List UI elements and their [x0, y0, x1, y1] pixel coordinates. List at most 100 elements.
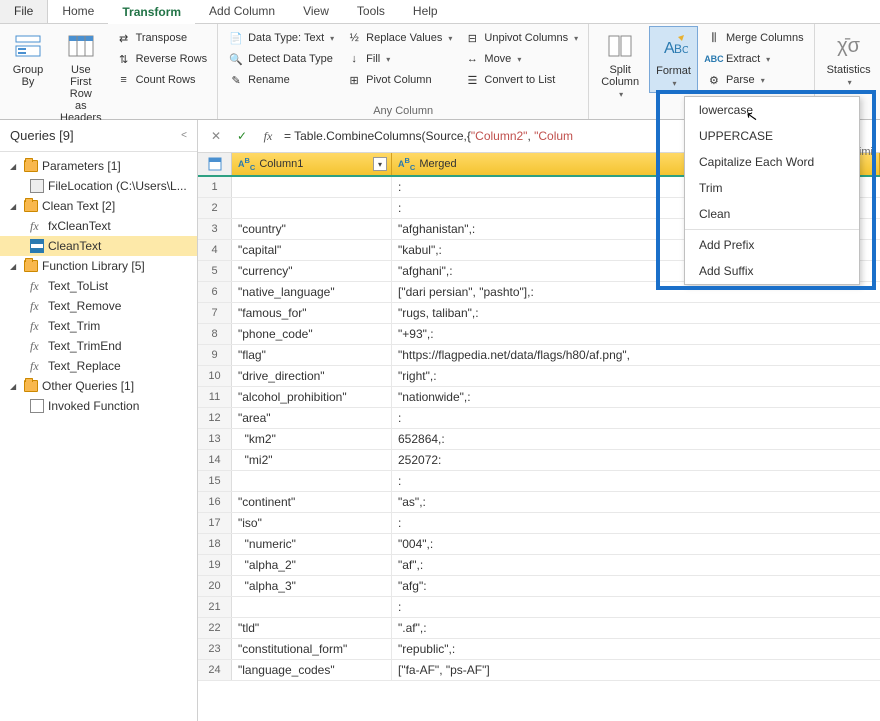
row-number[interactable]: 2: [198, 198, 232, 218]
rename-button[interactable]: ✎Rename: [224, 70, 338, 90]
menu-help[interactable]: Help: [399, 0, 452, 23]
cell[interactable]: :: [392, 408, 880, 428]
table-row[interactable]: 7"famous_for""rugs, taliban",:: [198, 303, 880, 324]
row-number[interactable]: 8: [198, 324, 232, 344]
table-row[interactable]: 18 "numeric""004",:: [198, 534, 880, 555]
cell[interactable]: :: [392, 471, 880, 491]
extract-button[interactable]: ABCExtract: [702, 49, 808, 69]
menu-home[interactable]: Home: [48, 0, 108, 23]
row-number[interactable]: 16: [198, 492, 232, 512]
row-number[interactable]: 18: [198, 534, 232, 554]
table-row[interactable]: 9"flag""https://flagpedia.net/data/flags…: [198, 345, 880, 366]
cell[interactable]: "numeric": [232, 534, 392, 554]
cell[interactable]: 652864,:: [392, 429, 880, 449]
format-trim[interactable]: Trim: [685, 175, 859, 201]
pivot-column-button[interactable]: ⊞Pivot Column: [342, 70, 456, 90]
query-item[interactable]: fxText_ToList: [0, 276, 197, 296]
group-by-button[interactable]: Group By: [6, 26, 50, 92]
menu-view[interactable]: View: [289, 0, 343, 23]
cancel-formula-button[interactable]: ✕: [206, 126, 226, 146]
query-item[interactable]: fxText_Remove: [0, 296, 197, 316]
table-row[interactable]: 22"tld"".af",:: [198, 618, 880, 639]
row-number[interactable]: 7: [198, 303, 232, 323]
cell[interactable]: "currency": [232, 261, 392, 281]
row-number[interactable]: 15: [198, 471, 232, 491]
table-row[interactable]: 24"language_codes"["fa-AF", "ps-AF"]: [198, 660, 880, 681]
detect-data-type-button[interactable]: 🔍Detect Data Type: [224, 49, 338, 69]
cell[interactable]: "km2": [232, 429, 392, 449]
row-number[interactable]: 14: [198, 450, 232, 470]
query-group[interactable]: ◢Other Queries [1]: [0, 376, 197, 396]
apply-formula-button[interactable]: ✓: [232, 126, 252, 146]
cell[interactable]: "native_language": [232, 282, 392, 302]
cell[interactable]: "alcohol_prohibition": [232, 387, 392, 407]
cell[interactable]: "iso": [232, 513, 392, 533]
format-button[interactable]: ABC Format: [649, 26, 698, 93]
cell[interactable]: 252072:: [392, 450, 880, 470]
query-item[interactable]: fxText_Trim: [0, 316, 197, 336]
table-row[interactable]: 8"phone_code""+93",:: [198, 324, 880, 345]
row-number[interactable]: 13: [198, 429, 232, 449]
cell[interactable]: "rugs, taliban",:: [392, 303, 880, 323]
row-number[interactable]: 19: [198, 555, 232, 575]
query-item[interactable]: FileLocation (C:\Users\L...: [0, 176, 197, 196]
menu-file[interactable]: File: [0, 0, 48, 23]
format-capitalize[interactable]: Capitalize Each Word: [685, 149, 859, 175]
cell[interactable]: [232, 597, 392, 617]
table-row[interactable]: 20 "alpha_3""afg":: [198, 576, 880, 597]
cell[interactable]: "tld": [232, 618, 392, 638]
column-header-1[interactable]: ABC Column1 ▾: [232, 153, 392, 175]
row-number[interactable]: 3: [198, 219, 232, 239]
cell[interactable]: "alpha_2": [232, 555, 392, 575]
query-group[interactable]: ◢Function Library [5]: [0, 256, 197, 276]
table-row[interactable]: 17"iso":: [198, 513, 880, 534]
table-row[interactable]: 23"constitutional_form""republic",:: [198, 639, 880, 660]
split-column-button[interactable]: Split Column: [595, 26, 645, 103]
table-row[interactable]: 6"native_language"["dari persian", "pash…: [198, 282, 880, 303]
table-row[interactable]: 12"area":: [198, 408, 880, 429]
cell[interactable]: ".af",:: [392, 618, 880, 638]
cell[interactable]: "af",:: [392, 555, 880, 575]
convert-to-list-button[interactable]: ☰Convert to List: [460, 70, 582, 90]
cell[interactable]: "republic",:: [392, 639, 880, 659]
cell[interactable]: "+93",:: [392, 324, 880, 344]
cell[interactable]: "afg":: [392, 576, 880, 596]
reverse-rows-button[interactable]: ⇅Reverse Rows: [112, 49, 212, 69]
fill-button[interactable]: ↓Fill: [342, 49, 456, 69]
cell[interactable]: "constitutional_form": [232, 639, 392, 659]
count-rows-button[interactable]: ≡Count Rows: [112, 70, 212, 90]
cell[interactable]: "alpha_3": [232, 576, 392, 596]
cell[interactable]: [232, 177, 392, 197]
table-row[interactable]: 10"drive_direction""right",:: [198, 366, 880, 387]
table-row[interactable]: 14 "mi2"252072:: [198, 450, 880, 471]
format-clean[interactable]: Clean: [685, 201, 859, 227]
table-row[interactable]: 19 "alpha_2""af",:: [198, 555, 880, 576]
cell[interactable]: :: [392, 597, 880, 617]
cell[interactable]: "004",:: [392, 534, 880, 554]
query-group[interactable]: ◢Clean Text [2]: [0, 196, 197, 216]
row-number[interactable]: 24: [198, 660, 232, 680]
table-row[interactable]: 21:: [198, 597, 880, 618]
cell[interactable]: "country": [232, 219, 392, 239]
cell[interactable]: ["dari persian", "pashto"],:: [392, 282, 880, 302]
column-filter-icon[interactable]: ▾: [373, 157, 387, 171]
cell[interactable]: "area": [232, 408, 392, 428]
row-number[interactable]: 20: [198, 576, 232, 596]
query-item[interactable]: fxfxCleanText: [0, 216, 197, 236]
row-number[interactable]: 12: [198, 408, 232, 428]
query-item[interactable]: fxText_Replace: [0, 356, 197, 376]
row-number[interactable]: 10: [198, 366, 232, 386]
merge-columns-button[interactable]: ⫼Merge Columns: [702, 28, 808, 48]
menu-add-column[interactable]: Add Column: [195, 0, 289, 23]
row-number[interactable]: 23: [198, 639, 232, 659]
table-row[interactable]: 16"continent""as",:: [198, 492, 880, 513]
cell[interactable]: :: [392, 513, 880, 533]
unpivot-columns-button[interactable]: ⊟Unpivot Columns: [460, 28, 582, 48]
table-row[interactable]: 11"alcohol_prohibition""nationwide",:: [198, 387, 880, 408]
cell[interactable]: "flag": [232, 345, 392, 365]
query-item[interactable]: Invoked Function: [0, 396, 197, 416]
menu-transform[interactable]: Transform: [108, 1, 195, 24]
statistics-button[interactable]: χ̄σ Statistics: [821, 26, 877, 91]
row-number[interactable]: 17: [198, 513, 232, 533]
cell[interactable]: "nationwide",:: [392, 387, 880, 407]
